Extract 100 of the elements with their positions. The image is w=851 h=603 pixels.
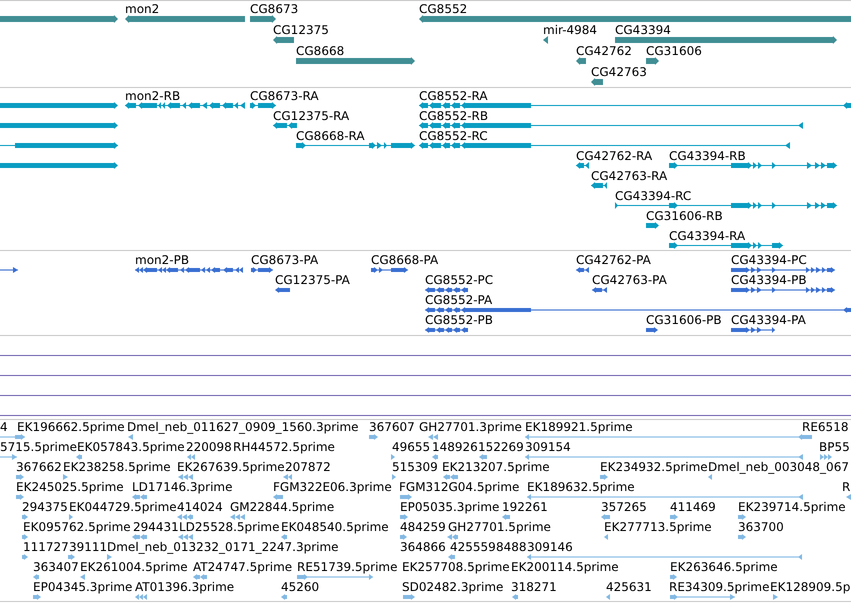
feature-label: 357265 <box>601 500 647 514</box>
feature-label: EK234932.5prime <box>600 460 708 474</box>
feature-label: EK261004.5prime <box>80 560 188 574</box>
feature-label: CG8552 <box>419 2 468 16</box>
feature-label: CG12375-PA <box>275 274 350 286</box>
feature-label: CG8668 <box>296 44 344 58</box>
feature-label: CG8552-RC <box>419 130 488 142</box>
feature-label: CG8673-RA <box>250 90 319 102</box>
feature-label: mon2 <box>125 2 160 16</box>
feature-label: CG42762-PA <box>576 254 651 266</box>
feature-label: CG31606-RB <box>646 210 723 222</box>
feature-label: AT01396.3prime <box>135 580 234 594</box>
feature-label: CG8552-RA <box>419 90 488 102</box>
feature-label: 363700 <box>738 520 784 534</box>
feature-label: EK238258.5prime <box>63 460 171 474</box>
feature-label: 294375 <box>22 500 68 514</box>
feature-label: 414024 <box>177 500 223 514</box>
feature-label: SD02482.3prime <box>402 580 504 594</box>
feature-label: CG42763-RA <box>591 170 668 182</box>
feature-label: FGM312G04.5prime <box>399 480 520 494</box>
feature-label: 111727 <box>23 540 69 554</box>
feature-label: 484259 <box>400 520 446 534</box>
feature-label: 8488 <box>496 540 527 554</box>
feature-label: RE34309.5prime <box>669 580 770 594</box>
feature-label: EK196662.5prime <box>17 420 125 434</box>
feature-label: GH27701.3prime <box>419 420 522 434</box>
feature-label: 207872 <box>285 460 331 474</box>
feature-label: EK095762.5prime <box>23 520 131 534</box>
feature-label: EK257708.5prime <box>402 560 510 574</box>
feature-label: 363407 <box>33 560 79 574</box>
feature-label: CG12375 <box>273 24 329 36</box>
feature-label: EK263646.5prime <box>670 560 778 574</box>
feature-label: EK128909.5p <box>770 580 850 594</box>
feature-label: mon2-PB <box>135 254 190 266</box>
feature-label: 45260 <box>281 580 320 594</box>
feature-label: CG42763-PA <box>592 274 667 286</box>
feature-label: CG43394 <box>615 24 671 36</box>
feature-label: 4 <box>0 420 8 434</box>
feature-label: CG8552-PC <box>425 274 494 286</box>
feature-label: EK245025.5prime <box>16 480 124 494</box>
feature-label: CG8552-PA <box>425 294 492 306</box>
feature-label: LD17146.3prime <box>132 480 233 494</box>
feature-label: 425631 <box>606 580 652 594</box>
feature-label: CG8673 <box>250 2 298 16</box>
feature-label: GH27701.5prime <box>448 520 551 534</box>
feature-label: 318271 <box>511 580 557 594</box>
feature-label: EK239714.5prime <box>738 500 846 514</box>
feature-label: CG43394-PA <box>731 314 806 326</box>
feature-label: CG12375-RA <box>273 110 350 122</box>
feature-label: FGM322E06.3prime <box>273 480 392 494</box>
feature-label: EK267639.5prime <box>177 460 285 474</box>
feature-label: Dmel_neb_003048_067 <box>708 460 849 474</box>
feature-label: EK057843.5prime <box>77 440 185 454</box>
feature-label: CG43394-RB <box>669 150 746 162</box>
feature-label: 5715.5prime <box>0 440 77 454</box>
feature-label: AT24747.5prime <box>193 560 292 574</box>
feature-label: CG31606 <box>646 44 702 58</box>
feature-label: CG43394-PC <box>731 254 807 266</box>
feature-label: CG8668-RA <box>296 130 365 142</box>
feature-label: 39111 <box>69 540 108 554</box>
feature-label: 411469 <box>670 500 716 514</box>
feature-label: EK044729.5prime <box>69 500 177 514</box>
feature-label: 220098 <box>186 440 232 454</box>
feature-label: 367662 <box>16 460 62 474</box>
feature-label: CG43394-RA <box>669 230 746 242</box>
feature-label: 49655 <box>392 440 430 454</box>
feature-label: CG42762-RA <box>576 150 652 162</box>
feature-label: CG43394-PB <box>731 274 807 286</box>
feature-label: CG42763 <box>591 66 647 78</box>
feature-label: 294431 <box>133 520 179 534</box>
feature-label: 192261 <box>502 500 548 514</box>
feature-label: CG31606-PB <box>646 314 722 326</box>
feature-label: CG8673-PA <box>251 254 318 266</box>
feature-label: RH44572.5prime <box>233 440 335 454</box>
feature-label: LD25528.5prime <box>179 520 280 534</box>
feature-label: 309146 <box>527 540 573 554</box>
feature-label: 309154 <box>525 440 571 454</box>
feature-label: Dmel_neb_011627_0909_1560.3prime <box>127 420 359 434</box>
feature-label: CG8668-PA <box>371 254 438 266</box>
feature-label: EK277713.5prime <box>604 520 712 534</box>
feature-label: mon2-RB <box>125 90 180 102</box>
feature-label: BP55 <box>819 440 850 454</box>
feature-label: EK213207.5prime <box>442 460 550 474</box>
feature-label: 152269 <box>478 440 524 454</box>
feature-label: EP04345.3prime <box>33 580 132 594</box>
feature-label: Dmel_neb_013232_0171_2247.3prime <box>107 540 339 554</box>
feature-label: CG42762 <box>576 44 632 58</box>
feature-label: 364866 <box>400 540 446 554</box>
feature-label: EK189632.5prime <box>527 480 635 494</box>
feature-label: mir-4984 <box>543 24 598 36</box>
feature-label: 367607 <box>369 420 415 434</box>
feature-label: EK048540.5prime <box>281 520 389 534</box>
feature-label: EK189921.5prime <box>525 420 633 434</box>
feature-label: EP05035.3prime <box>400 500 500 514</box>
feature-label: 148926 <box>432 440 478 454</box>
feature-label: EK200114.5prime <box>511 560 619 574</box>
feature-label: CG8552-RB <box>419 110 488 122</box>
feature-label: 425559 <box>450 540 496 554</box>
feature-label: 515309 <box>392 460 438 474</box>
feature-label: CG43394-RC <box>615 190 692 202</box>
